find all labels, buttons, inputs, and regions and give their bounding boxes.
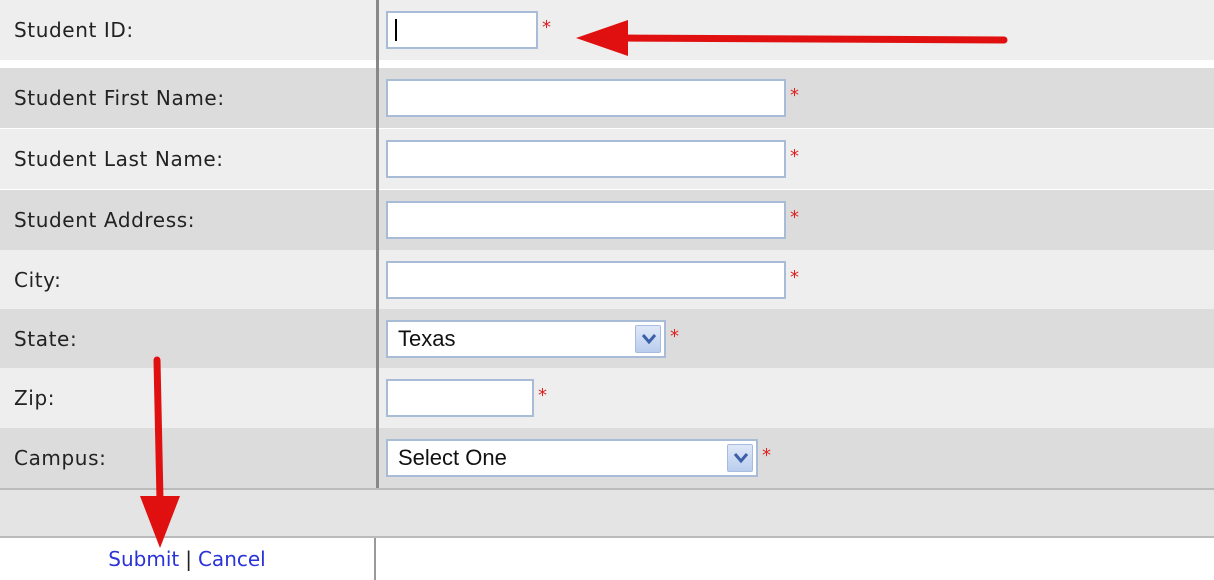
state-label: State: xyxy=(14,327,78,351)
form-row-zip: Zip: * xyxy=(0,368,1214,428)
form-row-last-name: Student Last Name: * xyxy=(0,129,1214,189)
required-marker: * xyxy=(790,85,799,106)
address-input[interactable] xyxy=(386,201,786,239)
form-row-address: Student Address: * xyxy=(0,190,1214,250)
campus-select[interactable]: Select One xyxy=(386,439,758,477)
action-separator: | xyxy=(185,547,192,571)
form-row-campus: Campus: Select One * xyxy=(0,428,1214,488)
zip-label: Zip: xyxy=(14,386,56,410)
form-row-first-name: Student First Name: * xyxy=(0,68,1214,128)
chevron-down-icon[interactable] xyxy=(727,444,753,472)
zip-input[interactable] xyxy=(386,379,534,417)
state-selected-value: Texas xyxy=(398,326,456,351)
required-marker: * xyxy=(790,207,799,228)
form-row-state: State: Texas * xyxy=(0,309,1214,369)
state-select[interactable]: Texas xyxy=(386,320,666,358)
city-label: City: xyxy=(14,268,62,292)
submit-link[interactable]: Submit xyxy=(108,547,179,571)
first-name-label: Student First Name: xyxy=(14,86,225,110)
form-row-city: City: * xyxy=(0,250,1214,310)
required-marker: * xyxy=(762,445,771,466)
last-name-label: Student Last Name: xyxy=(14,147,224,171)
form-footer-bar xyxy=(0,488,1214,538)
address-label: Student Address: xyxy=(14,208,196,232)
required-marker: * xyxy=(670,326,679,347)
column-divider xyxy=(376,0,379,488)
cancel-link[interactable]: Cancel xyxy=(198,547,266,571)
first-name-input[interactable] xyxy=(386,79,786,117)
required-marker: * xyxy=(542,17,551,38)
chevron-down-icon[interactable] xyxy=(635,325,661,353)
campus-selected-value: Select One xyxy=(398,445,507,470)
campus-label: Campus: xyxy=(14,446,107,470)
student-id-input[interactable] xyxy=(386,11,538,49)
form-row-student-id: Student ID: * xyxy=(0,0,1214,60)
last-name-input[interactable] xyxy=(386,140,786,178)
text-caret xyxy=(395,19,397,41)
student-id-label: Student ID: xyxy=(14,18,134,42)
required-marker: * xyxy=(790,267,799,288)
required-marker: * xyxy=(790,146,799,167)
city-input[interactable] xyxy=(386,261,786,299)
required-marker: * xyxy=(538,385,547,406)
form-actions: Submit | Cancel xyxy=(0,538,376,580)
